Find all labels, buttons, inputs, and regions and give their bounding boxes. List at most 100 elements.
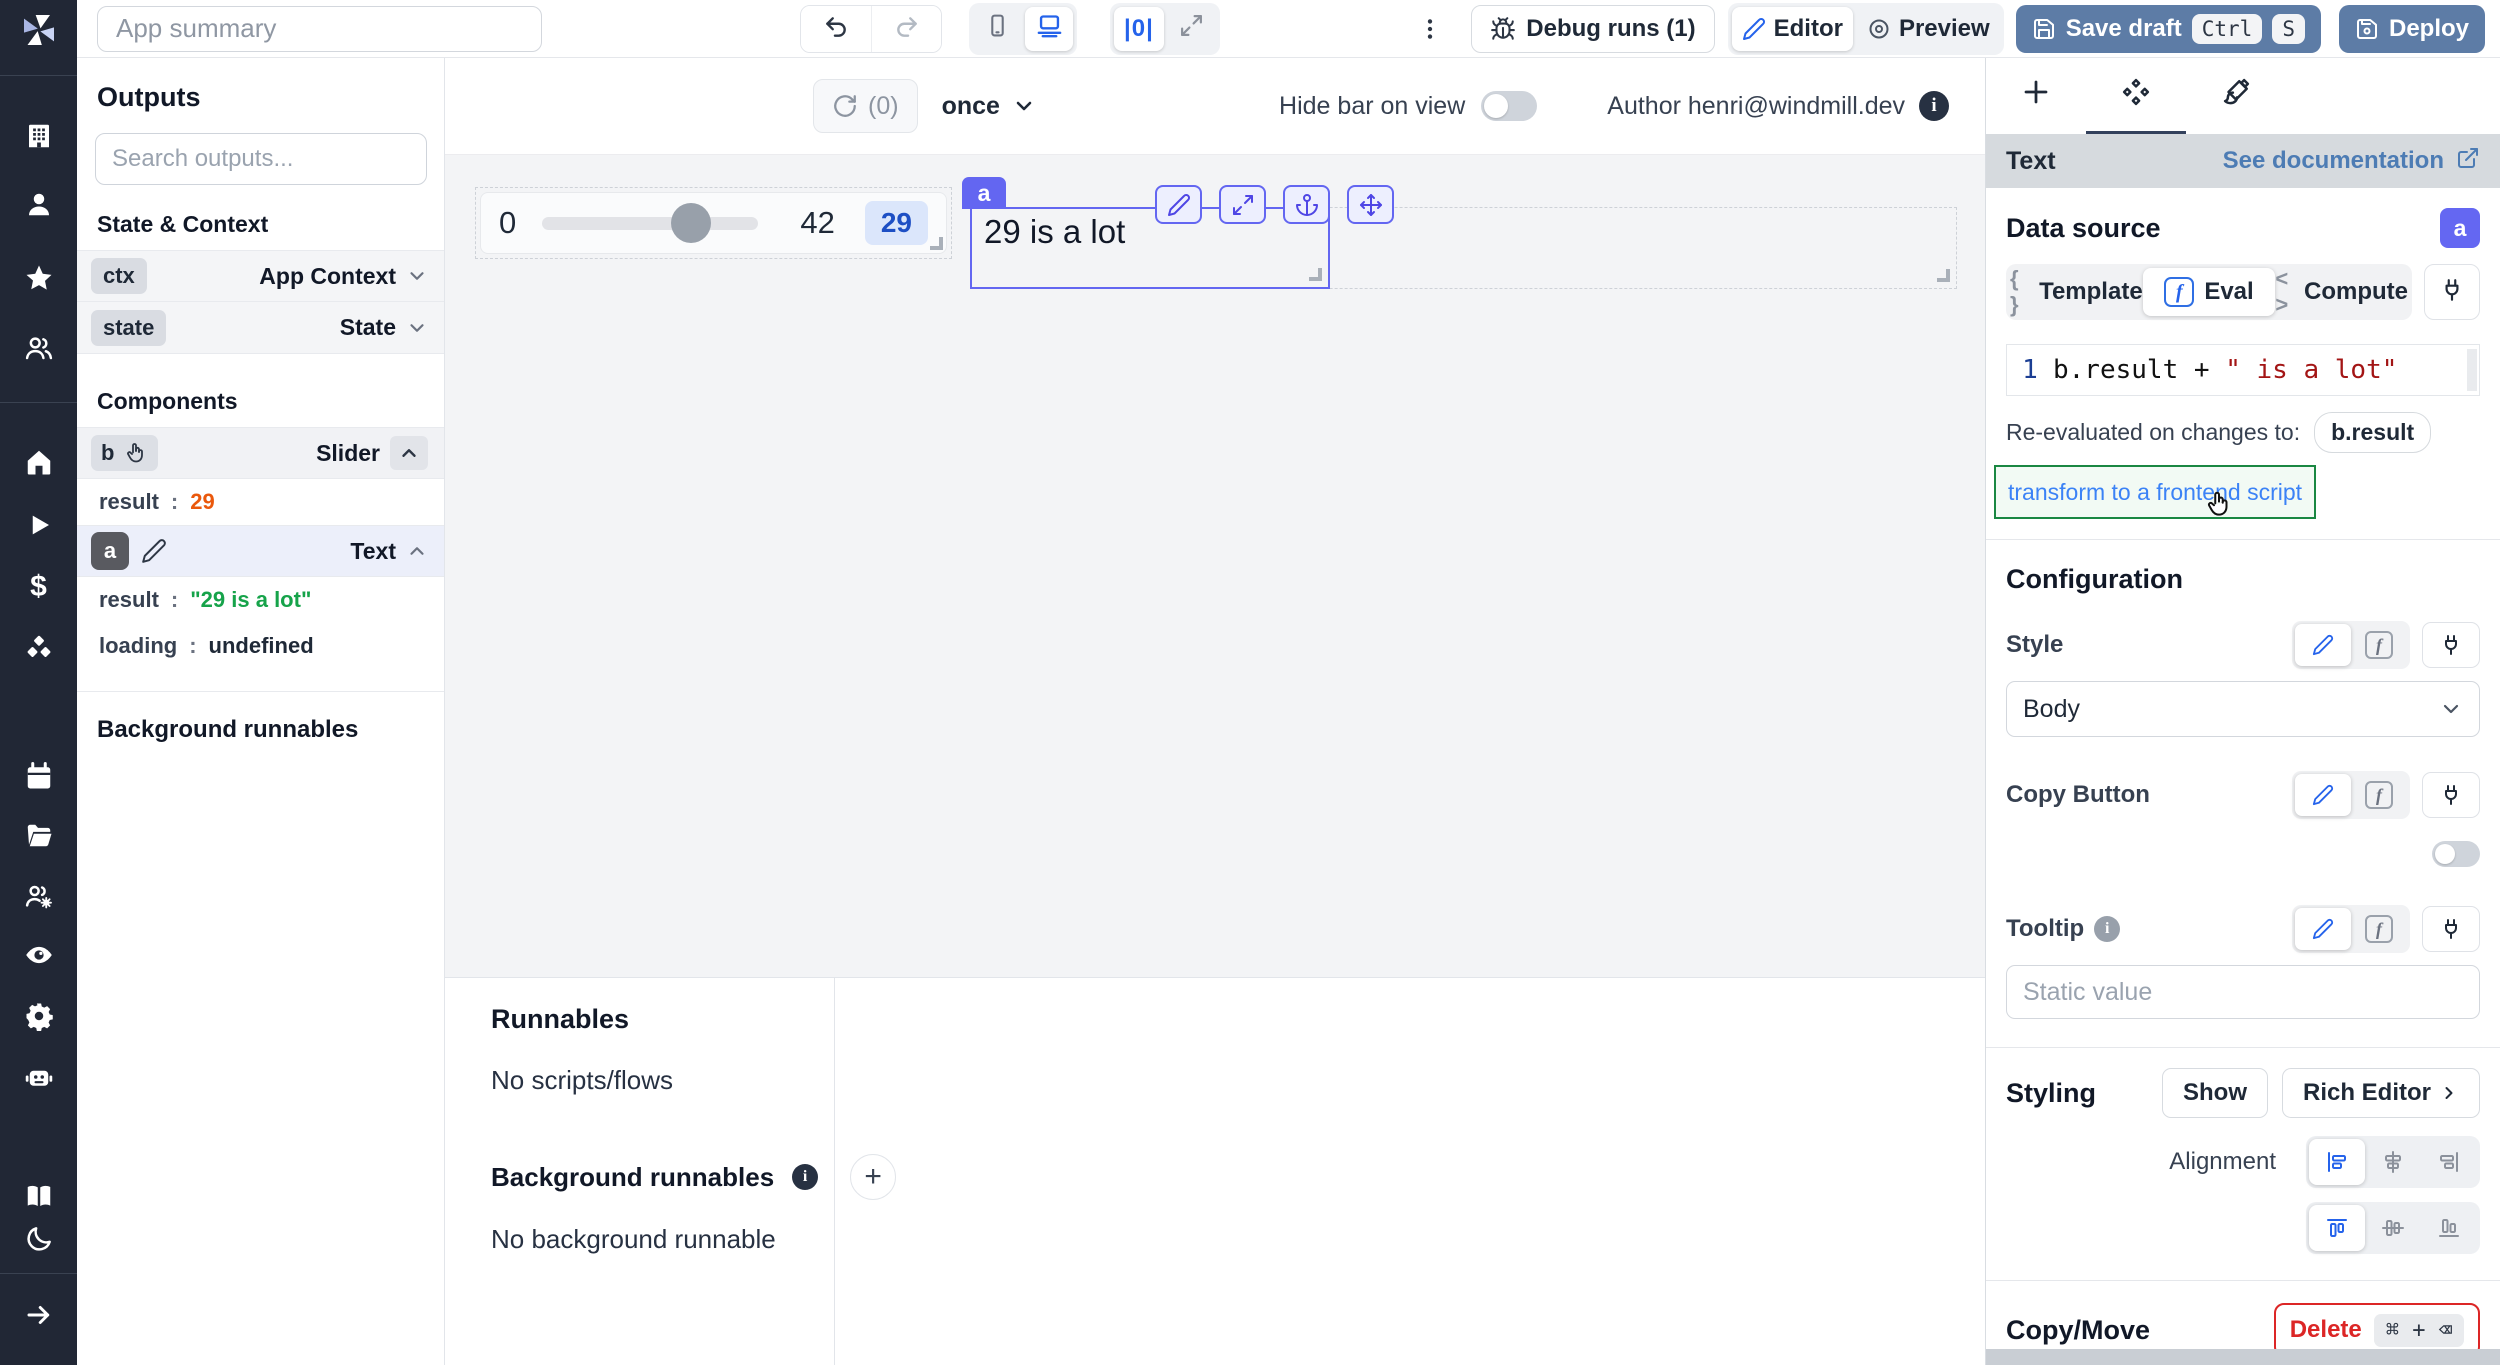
function-mode-button[interactable]: f [2351, 908, 2407, 950]
audit-eye-icon[interactable] [24, 940, 54, 970]
static-pencil-button[interactable] [2295, 908, 2351, 950]
tooltip-input[interactable] [2006, 965, 2480, 1019]
align-center-horizontal-button[interactable] [2365, 1139, 2421, 1185]
fullwidth-button[interactable] [1168, 7, 1216, 51]
settings-gear-icon[interactable] [24, 1001, 54, 1031]
transform-to-frontend-script-link[interactable]: transform to a frontend script [2008, 479, 2302, 506]
align-right-button[interactable] [2421, 1139, 2477, 1185]
state-row[interactable]: state State [77, 302, 444, 354]
slider-output-row[interactable]: b Slider [77, 427, 444, 479]
ai-robot-icon[interactable] [24, 1062, 54, 1092]
schedules-calendar-icon[interactable] [24, 761, 54, 791]
collapse-arrow-icon[interactable] [24, 1300, 54, 1330]
chevron-down-icon[interactable] [406, 265, 428, 287]
preview-tab[interactable]: Preview [1857, 7, 2000, 51]
info-icon[interactable]: i [792, 1164, 818, 1190]
app-canvas[interactable]: 0 42 29 a [445, 154, 1985, 977]
preview-label: Preview [1899, 15, 1990, 43]
redo-button[interactable] [871, 6, 941, 52]
component-settings-tab[interactable] [2086, 58, 2186, 134]
style-select[interactable]: Body [2006, 681, 2480, 737]
editor-scrollbar[interactable] [2467, 349, 2477, 391]
rich-editor-button[interactable]: Rich Editor [2282, 1068, 2480, 1118]
groups-icon[interactable] [24, 333, 54, 363]
function-mode-button[interactable]: f [2351, 624, 2407, 666]
app-summary-input[interactable] [97, 6, 542, 52]
dark-mode-moon-icon[interactable] [24, 1224, 54, 1254]
home-icon[interactable] [24, 447, 54, 477]
transform-link-highlight[interactable]: transform to a frontend script [1994, 465, 2316, 519]
save-draft-button[interactable]: Save draft Ctrl S [2016, 5, 2321, 53]
static-pencil-button[interactable] [2295, 624, 2351, 666]
user-icon[interactable] [24, 189, 54, 219]
connect-plug-button[interactable] [2424, 264, 2480, 320]
mobile-view-button[interactable] [973, 7, 1021, 51]
eval-code-editor[interactable]: 1 b.result + " is a lot" [2006, 344, 2480, 396]
debug-runs-button[interactable]: Debug runs (1) [1471, 5, 1714, 53]
text-output-row[interactable]: a Text [77, 525, 444, 577]
slider-handle[interactable] [671, 203, 711, 243]
function-mode-button[interactable]: f [2351, 774, 2407, 816]
runs-play-icon[interactable] [24, 510, 54, 540]
slider-id-badge[interactable]: b [91, 435, 158, 471]
slider-component[interactable]: 0 42 29 [480, 192, 947, 254]
resources-cubes-icon[interactable] [24, 633, 54, 663]
windmill-logo[interactable] [19, 10, 59, 50]
copy-button-toggle[interactable] [2432, 841, 2480, 867]
desktop-view-button[interactable] [1025, 7, 1073, 51]
align-bottom-button[interactable] [2421, 1205, 2477, 1251]
folders-icon[interactable] [24, 821, 54, 851]
text-loading-value: undefined [209, 633, 314, 659]
resize-corner[interactable] [1309, 268, 1322, 281]
edit-pencil-icon[interactable] [141, 538, 167, 564]
anchor-component-button[interactable] [1283, 185, 1330, 224]
slider-track[interactable] [542, 217, 758, 230]
workspace-icon[interactable] [24, 121, 54, 151]
hide-bar-toggle[interactable] [1481, 91, 1537, 121]
show-styling-button[interactable]: Show [2162, 1068, 2268, 1118]
docs-book-icon[interactable] [24, 1181, 54, 1211]
refresh-button[interactable]: (0) [813, 79, 918, 133]
global-styling-tab[interactable] [2186, 58, 2286, 134]
static-pencil-button[interactable] [2295, 774, 2351, 816]
align-left-button[interactable] [2309, 1139, 2365, 1185]
align-top-button[interactable] [2309, 1205, 2365, 1251]
add-background-runnable-button[interactable]: + [850, 1154, 896, 1200]
edit-pencil-button[interactable] [1155, 185, 1202, 224]
insert-component-tab[interactable] [1986, 58, 2086, 134]
variables-dollar-icon[interactable]: $ [30, 570, 47, 604]
connect-plug-button[interactable] [2422, 622, 2480, 668]
refresh-mode-dropdown[interactable]: once [942, 92, 1036, 121]
chevron-up-icon[interactable] [390, 436, 428, 470]
align-middle-button[interactable] [2365, 1205, 2421, 1251]
undo-button[interactable] [801, 6, 871, 52]
see-documentation-link[interactable]: See documentation [2223, 146, 2480, 177]
compute-mode-tab[interactable]: < > Compute [2275, 268, 2408, 316]
more-menu-button[interactable] [1411, 10, 1449, 48]
horizontal-scrollbar[interactable] [1986, 1349, 2500, 1365]
ctx-row[interactable]: ctx App Context [77, 250, 444, 302]
move-component-button[interactable] [1347, 185, 1394, 224]
center-canvas-button[interactable]: |0| [1114, 7, 1164, 51]
eval-mode-tab[interactable]: f Eval [2143, 268, 2276, 316]
dependency-pill[interactable]: b.result [2314, 412, 2431, 453]
chevron-down-icon[interactable] [406, 317, 428, 339]
chevron-up-icon[interactable] [406, 540, 428, 562]
refresh-icon [832, 93, 858, 119]
favorites-star-icon[interactable] [24, 263, 54, 293]
resize-corner[interactable] [930, 237, 943, 250]
alignment-label: Alignment [2169, 1148, 2276, 1176]
search-outputs-input[interactable] [95, 133, 427, 185]
resize-corner[interactable] [1937, 269, 1950, 282]
slider-grid-cell[interactable]: 0 42 29 [475, 187, 952, 259]
editor-tab[interactable]: Editor [1732, 7, 1853, 51]
connect-plug-button[interactable] [2422, 906, 2480, 952]
selected-component-badge[interactable]: a [962, 177, 1006, 209]
workers-icon[interactable] [24, 881, 54, 911]
connect-plug-button[interactable] [2422, 772, 2480, 818]
expand-component-button[interactable] [1219, 185, 1266, 224]
info-icon[interactable]: i [1919, 91, 1949, 121]
info-icon[interactable]: i [2094, 916, 2120, 942]
template-mode-tab[interactable]: { } Template [2010, 268, 2143, 316]
deploy-button[interactable]: Deploy [2339, 5, 2485, 53]
